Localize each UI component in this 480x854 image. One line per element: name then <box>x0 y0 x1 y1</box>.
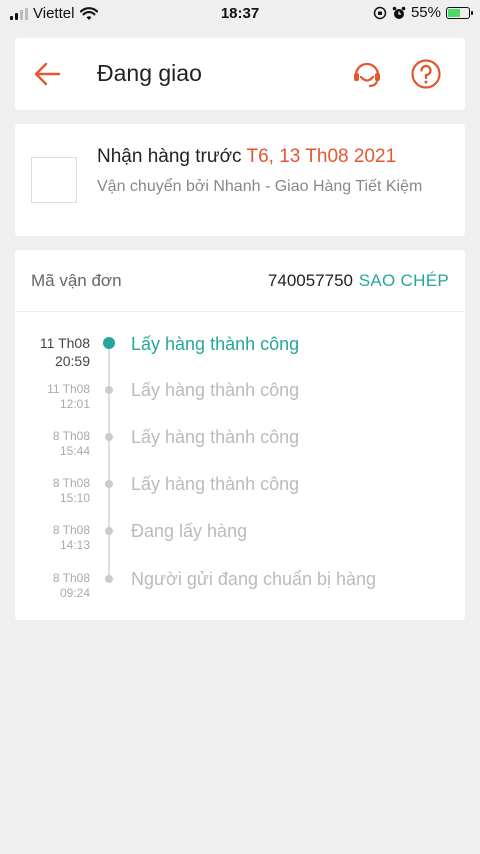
event-time: 12:01 <box>59 397 90 411</box>
event-status: Đang lấy hàng <box>131 521 248 541</box>
help-icon[interactable] <box>409 57 443 91</box>
event-date: 8 Th08 <box>52 571 90 585</box>
event-date: 11 Th08 <box>47 382 90 396</box>
battery-percent: 55% <box>410 4 441 21</box>
expected-date: T6, 13 Th08 2021 <box>246 146 397 167</box>
delivery-card: Nhận hàng trước T6, 13 Th08 2021 Vận chu… <box>15 124 465 236</box>
timeline-dot <box>105 527 113 535</box>
event-date: 8 Th08 <box>52 476 90 490</box>
battery-fill <box>448 8 461 17</box>
page-title: Đang giao <box>97 60 202 86</box>
headset-support-icon[interactable] <box>350 57 384 91</box>
event-time: 15:10 <box>59 491 90 505</box>
tracking-header: Mã vận đơn 740057750 SAO CHÉP <box>15 250 465 312</box>
event-datetime: 11 Th08 12:01 <box>15 382 90 412</box>
back-arrow-icon[interactable] <box>31 58 63 90</box>
alarm-icon <box>392 6 406 19</box>
event-datetime: 11 Th08 20:59 <box>15 334 90 370</box>
event-status: Lấy hàng thành công <box>131 380 300 400</box>
event-time: 15:44 <box>59 444 90 458</box>
event-time: 20:59 <box>54 353 90 369</box>
timeline-dot <box>105 386 113 394</box>
event-status: Lấy hàng thành công <box>131 427 300 447</box>
timeline-event: 8 Th08 09:24 Người gửi đang chuẩn bị hàn… <box>15 569 465 615</box>
battery-icon <box>446 6 473 19</box>
event-datetime: 8 Th08 15:10 <box>15 476 90 506</box>
event-datetime: 8 Th08 14:13 <box>15 523 90 553</box>
expected-label: Nhận hàng trước <box>97 146 242 167</box>
event-status: Lấy hàng thành công <box>131 474 300 494</box>
event-time: 14:13 <box>59 538 90 552</box>
carrier-text: Vận chuyển bởi Nhanh - Giao Hàng Tiết Ki… <box>97 178 423 195</box>
expected-delivery: Nhận hàng trước T6, 13 Th08 2021 <box>97 146 396 168</box>
timeline-event: 8 Th08 15:44 Lấy hàng thành công <box>15 427 465 473</box>
orientation-lock-icon <box>373 6 387 19</box>
timeline-event: 8 Th08 15:10 Lấy hàng thành công <box>15 474 465 520</box>
timeline-event: 11 Th08 12:01 Lấy hàng thành công <box>15 380 465 426</box>
event-date: 8 Th08 <box>52 523 90 537</box>
timeline-event: 8 Th08 14:13 Đang lấy hàng <box>15 521 465 567</box>
tracking-number: 740057750 <box>267 271 353 290</box>
event-date: 11 Th08 <box>39 335 90 351</box>
copy-button[interactable]: SAO CHÉP <box>359 271 449 291</box>
timeline-dot <box>105 480 113 488</box>
timeline-dot <box>105 575 113 583</box>
event-datetime: 8 Th08 15:44 <box>15 429 90 459</box>
timeline-event: 11 Th08 20:59 Lấy hàng thành công <box>15 334 465 378</box>
header-bar: Đang giao <box>15 38 465 110</box>
event-date: 8 Th08 <box>52 429 90 443</box>
tracking-card: Mã vận đơn 740057750 SAO CHÉP 11 Th08 20… <box>15 250 465 620</box>
tracking-label: Mã vận đơn <box>31 271 122 290</box>
timeline-dot <box>103 337 115 349</box>
event-status: Lấy hàng thành công <box>131 334 300 354</box>
event-status: Người gửi đang chuẩn bị hàng <box>131 569 377 589</box>
product-thumbnail <box>31 157 77 203</box>
event-time: 09:24 <box>59 586 90 600</box>
timeline-dot <box>105 433 113 441</box>
status-bar: Viettel 18:37 55% <box>0 0 480 28</box>
event-datetime: 8 Th08 09:24 <box>15 571 90 601</box>
status-right: 55% <box>373 4 473 21</box>
